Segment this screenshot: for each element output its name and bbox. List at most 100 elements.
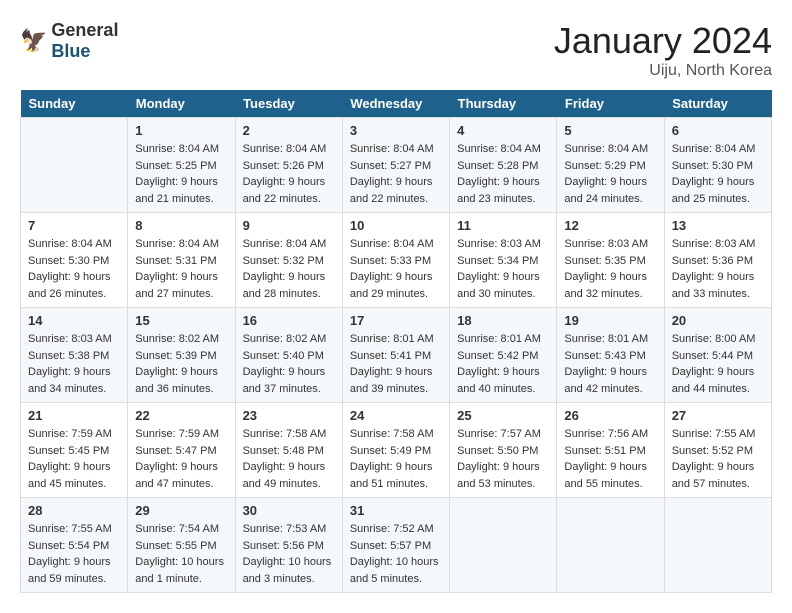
cell-info-line: Daylight: 9 hours: [243, 271, 326, 283]
cell-info-line: Sunrise: 8:02 AM: [135, 333, 219, 345]
cell-info-line: Sunset: 5:33 PM: [350, 255, 431, 267]
col-header-tuesday: Tuesday: [235, 90, 342, 118]
cell-info-line: Daylight: 9 hours: [28, 461, 111, 473]
day-number: 1: [135, 123, 227, 138]
cell-sun-info: Sunrise: 8:04 AMSunset: 5:26 PMDaylight:…: [243, 141, 335, 207]
cell-info-line: Sunrise: 8:04 AM: [135, 143, 219, 155]
calendar-cell: 27Sunrise: 7:55 AMSunset: 5:52 PMDayligh…: [664, 403, 771, 498]
calendar-week-1: 1 Sunrise: 8:04 AMSunset: 5:25 PMDaylight…: [21, 118, 772, 213]
day-number: 23: [243, 408, 335, 423]
cell-info-line: and 24 minutes.: [564, 193, 642, 205]
cell-info-line: Sunset: 5:49 PM: [350, 445, 431, 457]
calendar-cell: 30Sunrise: 7:53 AMSunset: 5:56 PMDayligh…: [235, 498, 342, 593]
cell-info-line: and 37 minutes.: [243, 383, 321, 395]
day-number: 21: [28, 408, 120, 423]
calendar-cell: 13Sunrise: 8:03 AMSunset: 5:36 PMDayligh…: [664, 213, 771, 308]
cell-sun-info: Sunrise: 8:04 AMSunset: 5:25 PMDaylight:…: [135, 141, 227, 207]
calendar-week-5: 28 Sunrise: 7:55 AM Sunset: 5:54 PM Dayligh…: [21, 498, 772, 593]
calendar-cell: 5Sunrise: 8:04 AMSunset: 5:29 PMDaylight…: [557, 118, 664, 213]
cell-info-line: and 27 minutes.: [135, 288, 213, 300]
cell-sun-info: Sunrise: 8:04 AMSunset: 5:30 PMDaylight:…: [28, 236, 120, 302]
cell-info-line: Daylight: 9 hours: [350, 176, 433, 188]
cell-info-line: Daylight: 9 hours: [135, 271, 218, 283]
col-header-thursday: Thursday: [450, 90, 557, 118]
cell-info-line: Sunrise: 7:58 AM: [243, 428, 327, 440]
cell-info-line: Daylight: 9 hours: [672, 461, 755, 473]
cell-info-line: Sunset: 5:54 PM: [28, 540, 109, 552]
day-number: 26: [564, 408, 656, 423]
calendar-cell: 15Sunrise: 8:02 AMSunset: 5:39 PMDayligh…: [128, 308, 235, 403]
cell-info-line: Daylight: 9 hours: [457, 461, 540, 473]
logo-text: General Blue: [51, 20, 118, 62]
month-year-title: January 2024: [554, 20, 772, 62]
day-number: 15: [135, 313, 227, 328]
day-number: 13: [672, 218, 764, 233]
day-number: 14: [28, 313, 120, 328]
calendar-cell: 20Sunrise: 8:00 AMSunset: 5:44 PMDayligh…: [664, 308, 771, 403]
cell-sun-info: Sunrise: 8:04 AMSunset: 5:27 PMDaylight:…: [350, 141, 442, 207]
day-number: 31: [350, 503, 442, 518]
cell-info-line: Sunrise: 8:04 AM: [135, 238, 219, 250]
cell-info-line: Daylight: 9 hours: [672, 176, 755, 188]
cell-sun-info: Sunrise: 7:58 AMSunset: 5:48 PMDaylight:…: [243, 426, 335, 492]
cell-sun-info: Sunrise: 7:59 AMSunset: 5:47 PMDaylight:…: [135, 426, 227, 492]
calendar-cell: 25Sunrise: 7:57 AMSunset: 5:50 PMDayligh…: [450, 403, 557, 498]
day-number: 11: [457, 218, 549, 233]
calendar-cell: 1 Sunrise: 8:04 AMSunset: 5:25 PMDaylight…: [128, 118, 235, 213]
cell-sun-info: Sunrise: 7:52 AMSunset: 5:57 PMDaylight:…: [350, 521, 442, 587]
cell-sun-info: Sunrise: 8:01 AMSunset: 5:42 PMDaylight:…: [457, 331, 549, 397]
calendar-body: 1 Sunrise: 8:04 AMSunset: 5:25 PMDaylight…: [21, 118, 772, 593]
cell-sun-info: Sunrise: 8:04 AMSunset: 5:33 PMDaylight:…: [350, 236, 442, 302]
cell-info-line: Sunset: 5:29 PM: [564, 160, 645, 172]
calendar-cell: 21Sunrise: 7:59 AMSunset: 5:45 PMDayligh…: [21, 403, 128, 498]
cell-info-line: Daylight: 10 hours: [243, 556, 332, 568]
cell-info-line: Sunset: 5:40 PM: [243, 350, 324, 362]
cell-info-line: and 23 minutes.: [457, 193, 535, 205]
cell-info-line: Sunrise: 8:03 AM: [564, 238, 648, 250]
cell-info-line: Daylight: 9 hours: [457, 271, 540, 283]
cell-info-line: Sunset: 5:57 PM: [350, 540, 431, 552]
cell-info-line: Sunset: 5:55 PM: [135, 540, 216, 552]
cell-info-line: Sunset: 5:56 PM: [243, 540, 324, 552]
calendar-cell: 3Sunrise: 8:04 AMSunset: 5:27 PMDaylight…: [342, 118, 449, 213]
calendar-cell: 16Sunrise: 8:02 AMSunset: 5:40 PMDayligh…: [235, 308, 342, 403]
cell-info-line: and 1 minute.: [135, 573, 202, 585]
cell-info-line: and 5 minutes.: [350, 573, 422, 585]
calendar-cell: 9Sunrise: 8:04 AMSunset: 5:32 PMDaylight…: [235, 213, 342, 308]
calendar-cell: 18Sunrise: 8:01 AMSunset: 5:42 PMDayligh…: [450, 308, 557, 403]
cell-info-line: Daylight: 9 hours: [564, 176, 647, 188]
col-header-wednesday: Wednesday: [342, 90, 449, 118]
cell-sun-info: Sunrise: 8:04 AM Sunset: 5:31 PM Daylight:…: [135, 236, 227, 302]
cell-info-line: and 25 minutes.: [672, 193, 750, 205]
day-number: 30: [243, 503, 335, 518]
cell-info-line: Sunrise: 7:57 AM: [457, 428, 541, 440]
cell-info-line: Sunrise: 8:00 AM: [672, 333, 756, 345]
cell-info-line: Daylight: 10 hours: [135, 556, 224, 568]
cell-info-line: and 26 minutes.: [28, 288, 106, 300]
cell-info-line: Sunrise: 8:01 AM: [564, 333, 648, 345]
day-number: 17: [350, 313, 442, 328]
calendar-cell: 28Sunrise: 7:55 AMSunset: 5:54 PMDayligh…: [21, 498, 128, 593]
calendar-cell: [557, 498, 664, 593]
calendar-week-4: 21Sunrise: 7:59 AMSunset: 5:45 PMDayligh…: [21, 403, 772, 498]
cell-info-line: and 22 minutes.: [243, 193, 321, 205]
cell-info-line: Daylight: 9 hours: [243, 176, 326, 188]
cell-info-line: Sunrise: 7:54 AM: [135, 523, 219, 535]
cell-info-line: Sunrise: 7:55 AM: [28, 523, 112, 535]
day-number: 7: [28, 218, 120, 233]
cell-info-line: Sunrise: 8:03 AM: [672, 238, 756, 250]
page-header: 🦅 General Blue January 2024 Uiju, North …: [20, 20, 772, 80]
calendar-cell: [664, 498, 771, 593]
cell-sun-info: Sunrise: 8:04 AMSunset: 5:30 PMDaylight:…: [672, 141, 764, 207]
cell-sun-info: Sunrise: 8:03 AMSunset: 5:38 PMDaylight:…: [28, 331, 120, 397]
calendar-cell: 12Sunrise: 8:03 AMSunset: 5:35 PMDayligh…: [557, 213, 664, 308]
calendar-cell: 2Sunrise: 8:04 AMSunset: 5:26 PMDaylight…: [235, 118, 342, 213]
cell-info-line: Sunset: 5:52 PM: [672, 445, 753, 457]
cell-info-line: Sunset: 5:44 PM: [672, 350, 753, 362]
logo-general: General: [51, 20, 118, 40]
day-number: 28: [28, 503, 120, 518]
day-number: 19: [564, 313, 656, 328]
cell-info-line: and 36 minutes.: [135, 383, 213, 395]
cell-info-line: Sunset: 5:31 PM: [135, 255, 216, 267]
cell-info-line: Sunset: 5:27 PM: [350, 160, 431, 172]
